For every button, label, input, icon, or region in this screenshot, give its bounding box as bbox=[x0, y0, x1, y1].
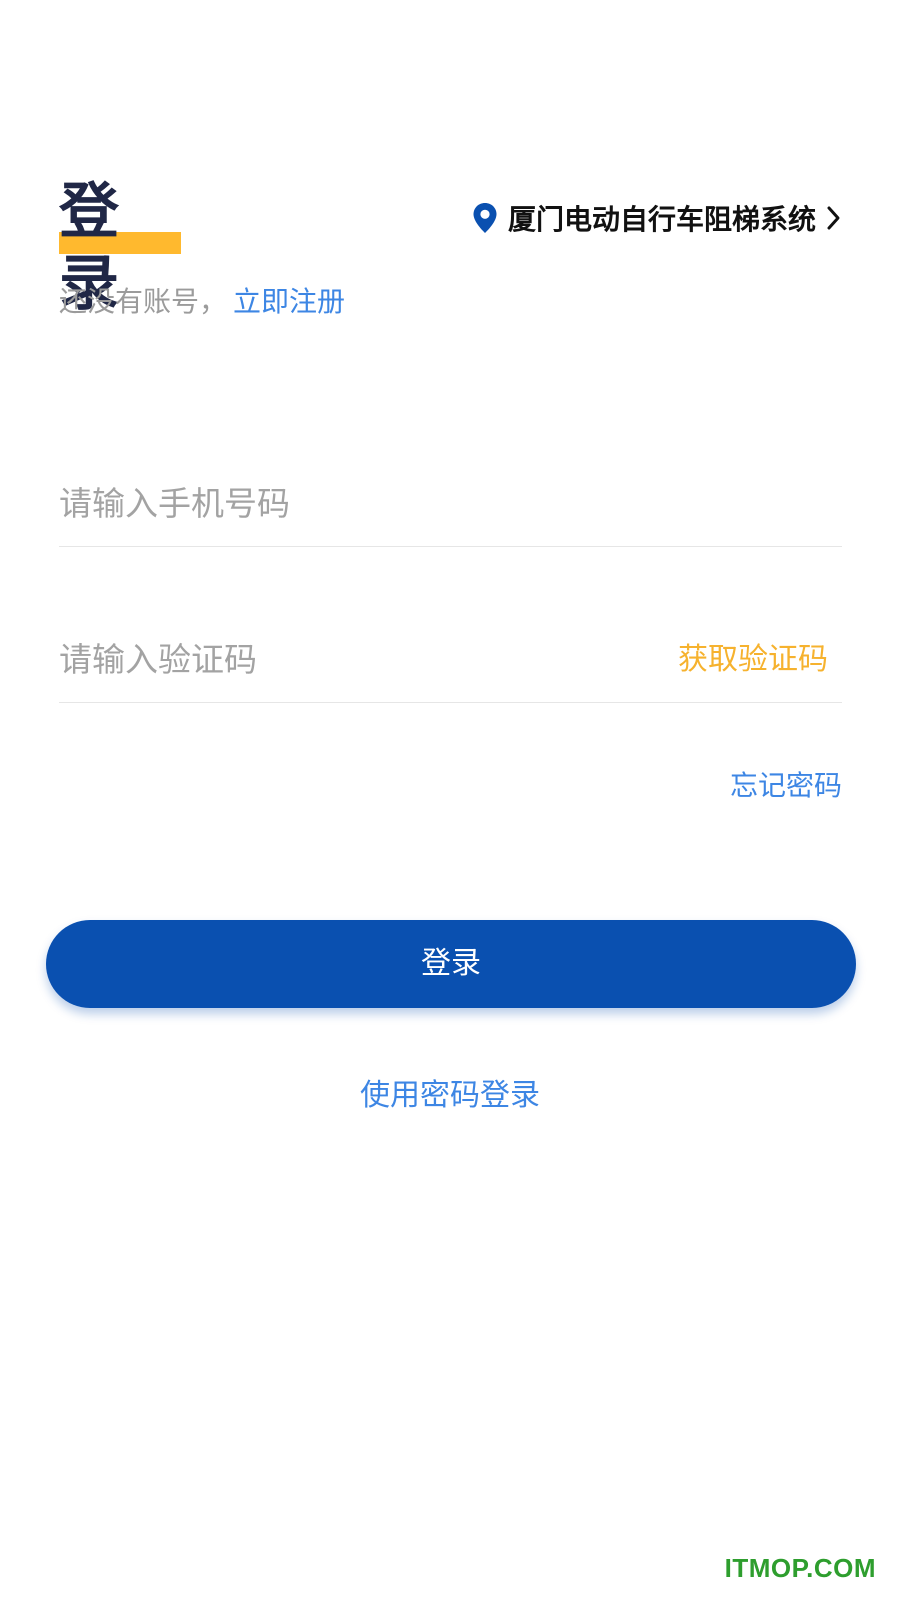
system-selector[interactable]: 厦门电动自行车阻梯系统 bbox=[472, 196, 842, 240]
phone-input[interactable] bbox=[59, 476, 619, 530]
page-title-block: 登录 bbox=[59, 176, 181, 319]
watermark: ITMOP.COM bbox=[724, 1553, 876, 1583]
map-pin-icon bbox=[473, 203, 497, 233]
get-code-button[interactable]: 获取验证码 bbox=[678, 636, 828, 684]
forgot-password-link[interactable]: 忘记密码 bbox=[730, 766, 842, 806]
verification-code-input[interactable] bbox=[59, 632, 619, 686]
password-login-link[interactable]: 使用密码登录 bbox=[0, 1074, 900, 1118]
register-prompt-row: 还没有账号， 立即注册 bbox=[59, 282, 345, 322]
register-link[interactable]: 立即注册 bbox=[233, 285, 345, 318]
system-name: 厦门电动自行车阻梯系统 bbox=[507, 203, 816, 236]
login-button[interactable]: 登录 bbox=[46, 920, 856, 1008]
chevron-right-icon bbox=[827, 206, 840, 230]
code-field: 获取验证码 bbox=[59, 622, 842, 703]
register-prompt: 还没有账号， bbox=[59, 285, 228, 318]
phone-field bbox=[59, 466, 842, 547]
